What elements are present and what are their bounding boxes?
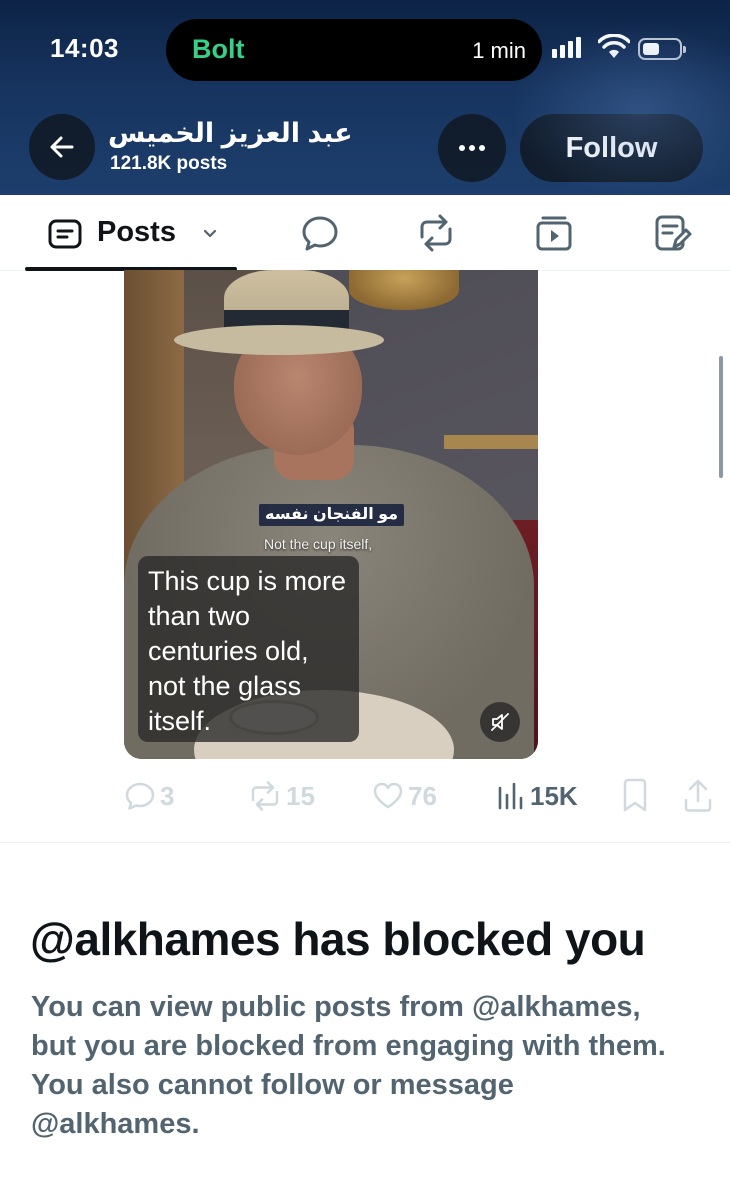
more-dot: [469, 145, 475, 151]
more-dot: [479, 145, 485, 151]
mute-button[interactable]: [480, 702, 520, 742]
article-icon[interactable]: [652, 213, 692, 253]
blocked-title: @alkhames has blocked you: [30, 913, 646, 965]
video-subtitle-english: Not the cup itself,: [264, 536, 373, 552]
scroll-indicator[interactable]: [719, 356, 723, 478]
repost-count: 15: [286, 780, 315, 811]
arrow-left-icon: [50, 136, 74, 158]
like-button[interactable]: 76: [372, 776, 437, 816]
dynamic-island-live-activity[interactable]: Bolt 1 min: [166, 19, 542, 81]
bookmark-icon[interactable]: [620, 776, 650, 816]
like-count: 76: [408, 780, 437, 811]
section-divider: [0, 842, 730, 843]
blocked-description: You can view public posts from @alkhames…: [31, 991, 666, 1140]
tab-posts[interactable]: Posts: [25, 195, 237, 271]
reply-icon: [125, 782, 155, 810]
repost-icon[interactable]: [416, 213, 456, 253]
video-caption: This cup is more than two centuries old,…: [138, 556, 359, 742]
back-button[interactable]: [29, 114, 95, 180]
posts-icon: [48, 219, 82, 249]
video-subtitle-arabic: مو الفنجان نفسه: [259, 504, 405, 526]
battery-icon: [638, 38, 686, 60]
muted-speaker-icon: [491, 713, 509, 731]
live-activity-eta: 1 min: [472, 38, 526, 63]
views-bar-icon: [498, 782, 523, 810]
tab-posts-label: Posts: [97, 216, 176, 248]
signal-bar-3: [568, 41, 573, 58]
signal-bar-1: [552, 49, 557, 58]
bolt-logo: Bolt: [192, 34, 245, 64]
views-button[interactable]: 15K: [496, 776, 578, 816]
views-count: 15K: [530, 780, 578, 811]
share-icon[interactable]: [682, 776, 714, 816]
video-scene-hat-brim: [174, 325, 384, 355]
profile-name: عبد العزيز الخميس: [108, 118, 353, 148]
video-scene-shelf: [444, 435, 538, 449]
video-scene-ornament: [349, 270, 459, 310]
profile-tab-bar: Posts: [0, 195, 730, 271]
more-dot: [459, 145, 465, 151]
status-time: 14:03: [50, 33, 119, 63]
status-icons: [552, 34, 692, 64]
speech-bubble-icon[interactable]: [300, 213, 340, 253]
repost-button[interactable]: 15: [248, 776, 315, 816]
reply-button[interactable]: 3: [124, 776, 174, 816]
wifi-icon: [598, 34, 630, 58]
signal-bar-2: [560, 45, 565, 58]
post-action-bar: 3 15 76 15K: [124, 776, 714, 816]
repost-icon: [251, 781, 279, 811]
video-icon[interactable]: [534, 213, 574, 253]
post-count: 121.8K posts: [110, 153, 228, 174]
follow-button[interactable]: Follow: [520, 114, 703, 182]
chevron-down-icon: [203, 229, 217, 238]
video-player[interactable]: مو الفنجان نفسه Not the cup itself, This…: [124, 270, 538, 759]
heart-icon: [373, 782, 403, 809]
signal-bar-4: [576, 37, 581, 58]
battery-level: [643, 43, 659, 55]
battery-nub: [683, 46, 686, 53]
more-button[interactable]: [438, 114, 506, 182]
profile-header: 14:03 Bolt 1 min عبد العزيز الخميس 121.8…: [0, 0, 730, 195]
reply-count: 3: [160, 780, 175, 811]
